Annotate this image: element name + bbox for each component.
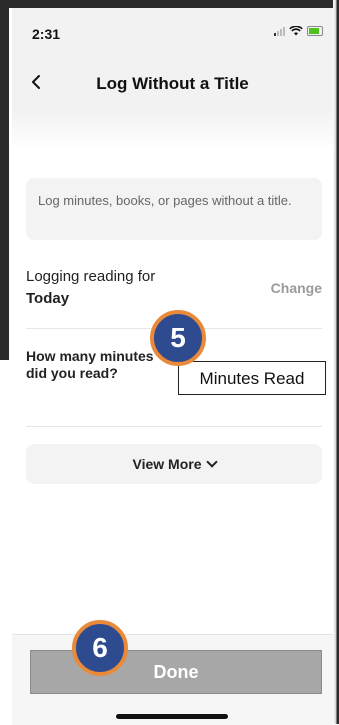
- status-icons: [274, 26, 323, 36]
- page-title: Log Without a Title: [96, 74, 249, 93]
- info-text: Log minutes, books, or pages without a t…: [38, 193, 292, 208]
- phone-frame: 2:31 Log Without a Title Log minutes, bo…: [0, 0, 339, 725]
- navigation-bar: Log Without a Title: [12, 58, 333, 110]
- minutes-input[interactable]: Minutes Read: [178, 361, 326, 395]
- logging-label: Logging reading for: [26, 268, 156, 285]
- wifi-icon: [289, 26, 303, 36]
- header-gradient: [12, 110, 333, 150]
- view-more-button[interactable]: View More: [26, 444, 322, 484]
- view-more-label: View More: [132, 456, 202, 472]
- step-6-badge: 6: [72, 620, 128, 676]
- divider: [26, 426, 322, 427]
- device-top-edge: [0, 0, 339, 8]
- battery-icon: [307, 26, 323, 36]
- chevron-down-icon: [205, 456, 218, 468]
- logging-date-value: Today: [26, 290, 70, 307]
- home-indicator: [116, 714, 228, 719]
- status-bar: 2:31: [12, 8, 333, 58]
- app-screen: 2:31 Log Without a Title Log minutes, bo…: [12, 8, 333, 725]
- status-time: 2:31: [32, 26, 61, 42]
- step-5-badge: 5: [150, 310, 206, 366]
- change-date-button[interactable]: Change: [271, 280, 322, 296]
- minutes-question: How many minutes did you read?: [26, 348, 154, 381]
- device-left-edge: [0, 0, 9, 724]
- info-panel: Log minutes, books, or pages without a t…: [26, 178, 322, 240]
- device-right-edge: [333, 0, 339, 724]
- signal-icon: [274, 26, 285, 36]
